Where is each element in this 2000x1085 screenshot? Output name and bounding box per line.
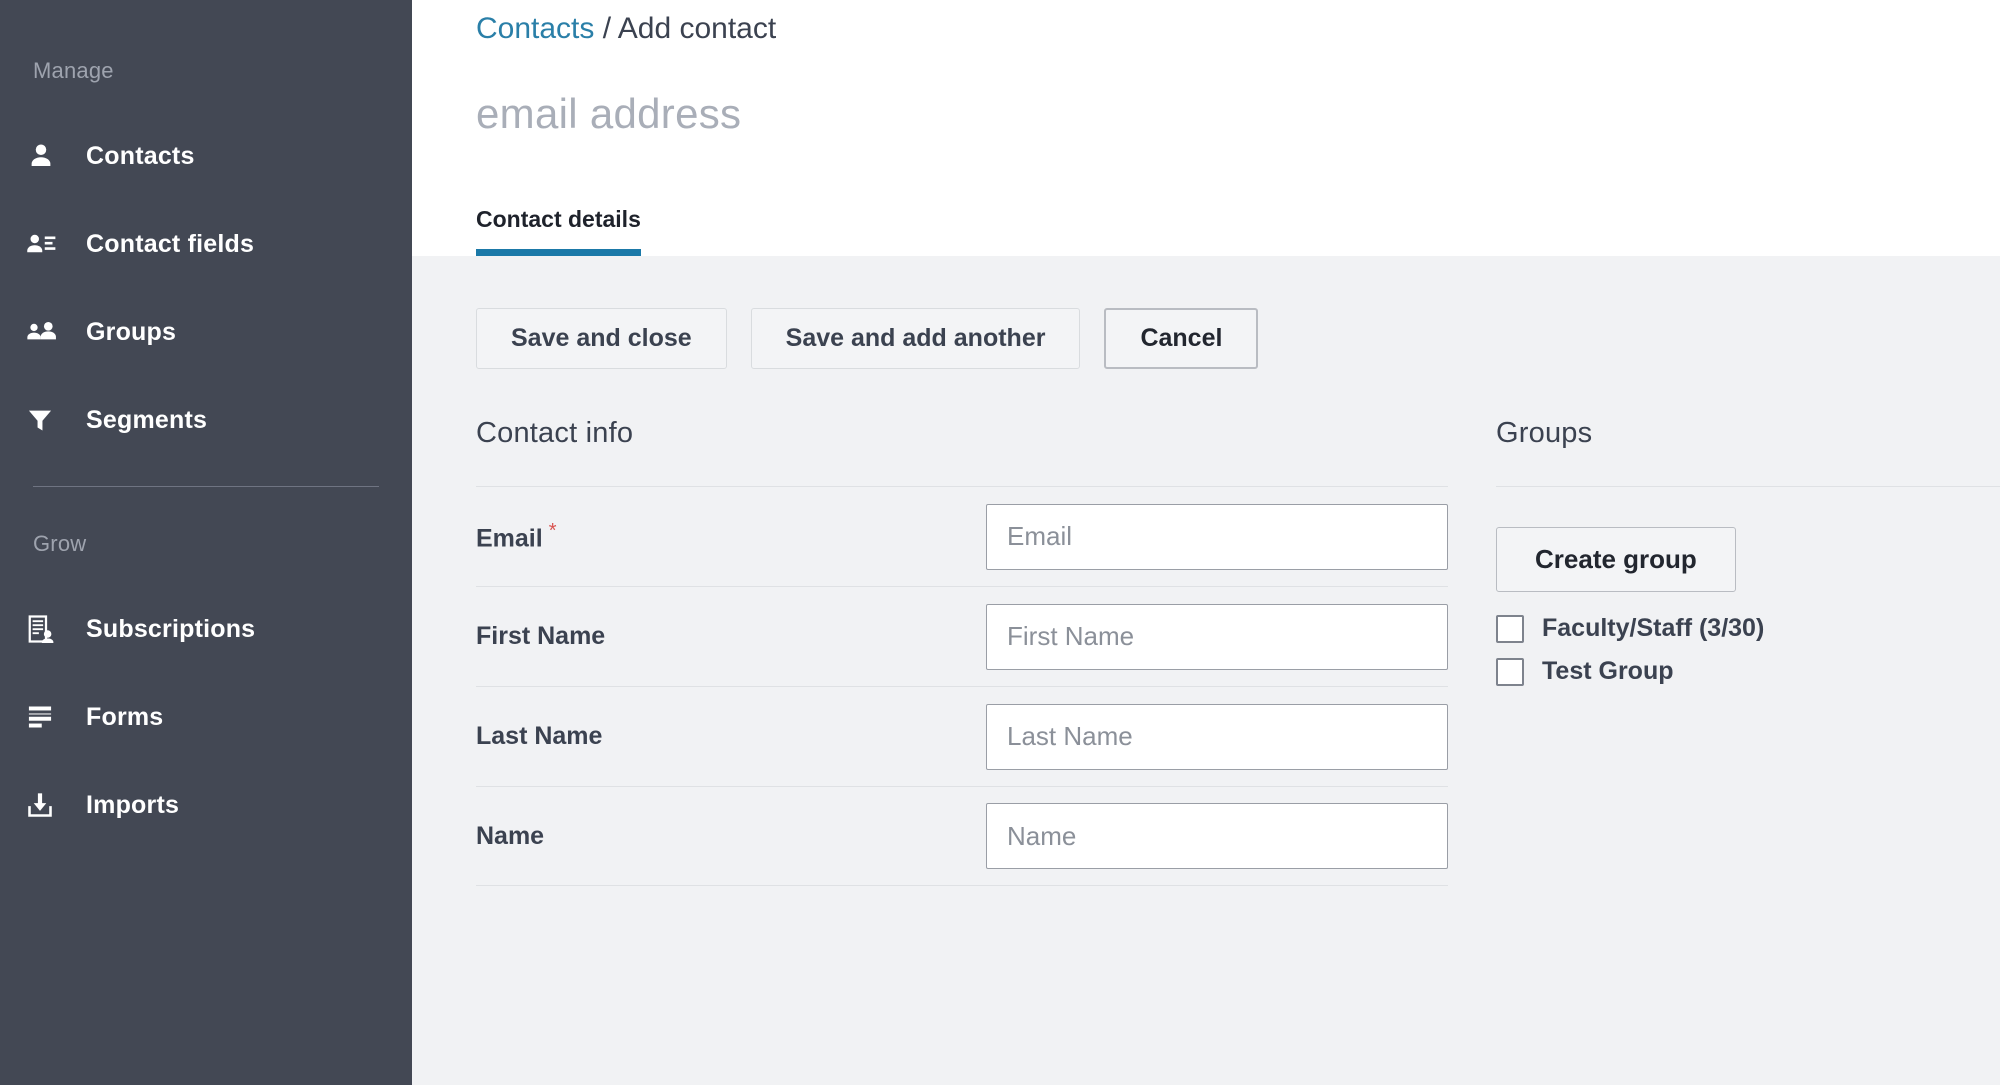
sidebar-item-contact-fields[interactable]: Contact fields	[0, 200, 412, 288]
sidebar-item-segments[interactable]: Segments	[0, 376, 412, 464]
group-checkbox-label: Faculty/Staff (3/30)	[1542, 614, 1764, 643]
sidebar-section-label-grow: Grow	[0, 531, 412, 557]
field-row-last-name: Last Name	[476, 686, 1448, 786]
groups-panel: Groups Create group Faculty/Staff (3/30)…	[1496, 417, 2000, 886]
app-root: Manage Contacts	[0, 0, 2000, 1085]
tab-bar: Contact details	[476, 206, 641, 256]
contact-info-title: Contact info	[476, 417, 1448, 450]
tab-contact-details[interactable]: Contact details	[476, 206, 641, 256]
people-icon	[26, 317, 78, 347]
groups-divider	[1496, 486, 2000, 487]
sidebar-section-label-manage: Manage	[0, 58, 412, 84]
groups-title: Groups	[1496, 417, 2000, 450]
breadcrumb-current: Add contact	[618, 12, 776, 45]
field-row-email: Email *	[476, 486, 1448, 586]
required-marker: *	[549, 520, 557, 542]
funnel-icon	[26, 405, 78, 435]
sidebar-item-label: Forms	[86, 703, 163, 732]
save-and-add-another-button[interactable]: Save and add another	[751, 308, 1081, 369]
group-checkbox-test-group[interactable]: Test Group	[1496, 657, 2000, 686]
breadcrumb-link-contacts[interactable]: Contacts	[476, 12, 594, 45]
content-body: Save and close Save and add another Canc…	[412, 256, 2000, 886]
sidebar-item-imports[interactable]: Imports	[0, 761, 412, 849]
sidebar: Manage Contacts	[0, 0, 412, 1085]
sidebar-item-forms[interactable]: Forms	[0, 673, 412, 761]
sidebar-group-grow: Grow Subscriptions	[0, 531, 412, 849]
sidebar-item-label: Contacts	[86, 142, 195, 171]
field-label-email: Email *	[476, 520, 986, 553]
sidebar-item-contacts[interactable]: Contacts	[0, 112, 412, 200]
first-name-field[interactable]	[986, 604, 1448, 670]
cancel-button[interactable]: Cancel	[1104, 308, 1258, 369]
sidebar-item-subscriptions[interactable]: Subscriptions	[0, 585, 412, 673]
contact-info-panel: Contact info Email * First Name Last Name	[476, 417, 1496, 886]
group-checkbox-label: Test Group	[1542, 657, 1673, 686]
checkbox-icon[interactable]	[1496, 615, 1524, 643]
sidebar-item-label: Contact fields	[86, 230, 254, 259]
field-label-first-name: First Name	[476, 622, 986, 651]
field-label-text: Email	[476, 524, 543, 552]
email-field[interactable]	[986, 504, 1448, 570]
field-label-last-name: Last Name	[476, 722, 986, 751]
create-group-button[interactable]: Create group	[1496, 527, 1736, 592]
breadcrumb-separator: /	[603, 12, 611, 45]
sidebar-divider	[33, 486, 379, 487]
sidebar-item-groups[interactable]: Groups	[0, 288, 412, 376]
field-row-first-name: First Name	[476, 586, 1448, 686]
group-checkbox-faculty-staff[interactable]: Faculty/Staff (3/30)	[1496, 614, 2000, 643]
field-row-name: Name	[476, 786, 1448, 886]
main-content: Contacts / Add contact email address Con…	[412, 0, 2000, 1085]
import-icon	[26, 790, 78, 820]
name-field[interactable]	[986, 803, 1448, 869]
forms-icon	[26, 702, 78, 732]
field-label-name: Name	[476, 822, 986, 851]
sidebar-group-manage: Manage Contacts	[0, 58, 412, 464]
action-toolbar: Save and close Save and add another Canc…	[476, 256, 2000, 369]
save-and-close-button[interactable]: Save and close	[476, 308, 727, 369]
last-name-field[interactable]	[986, 704, 1448, 770]
sidebar-item-label: Subscriptions	[86, 615, 255, 644]
sidebar-item-label: Segments	[86, 406, 207, 435]
checkbox-icon[interactable]	[1496, 658, 1524, 686]
page-title: email address	[476, 90, 2000, 138]
person-list-icon	[26, 229, 78, 259]
page-header: Contacts / Add contact email address Con…	[412, 0, 2000, 256]
breadcrumb: Contacts / Add contact	[476, 0, 2000, 46]
person-icon	[26, 141, 78, 171]
sidebar-item-label: Imports	[86, 791, 179, 820]
sidebar-item-label: Groups	[86, 318, 176, 347]
form-columns: Contact info Email * First Name Last Name	[476, 417, 2000, 886]
subscription-icon	[26, 614, 78, 644]
